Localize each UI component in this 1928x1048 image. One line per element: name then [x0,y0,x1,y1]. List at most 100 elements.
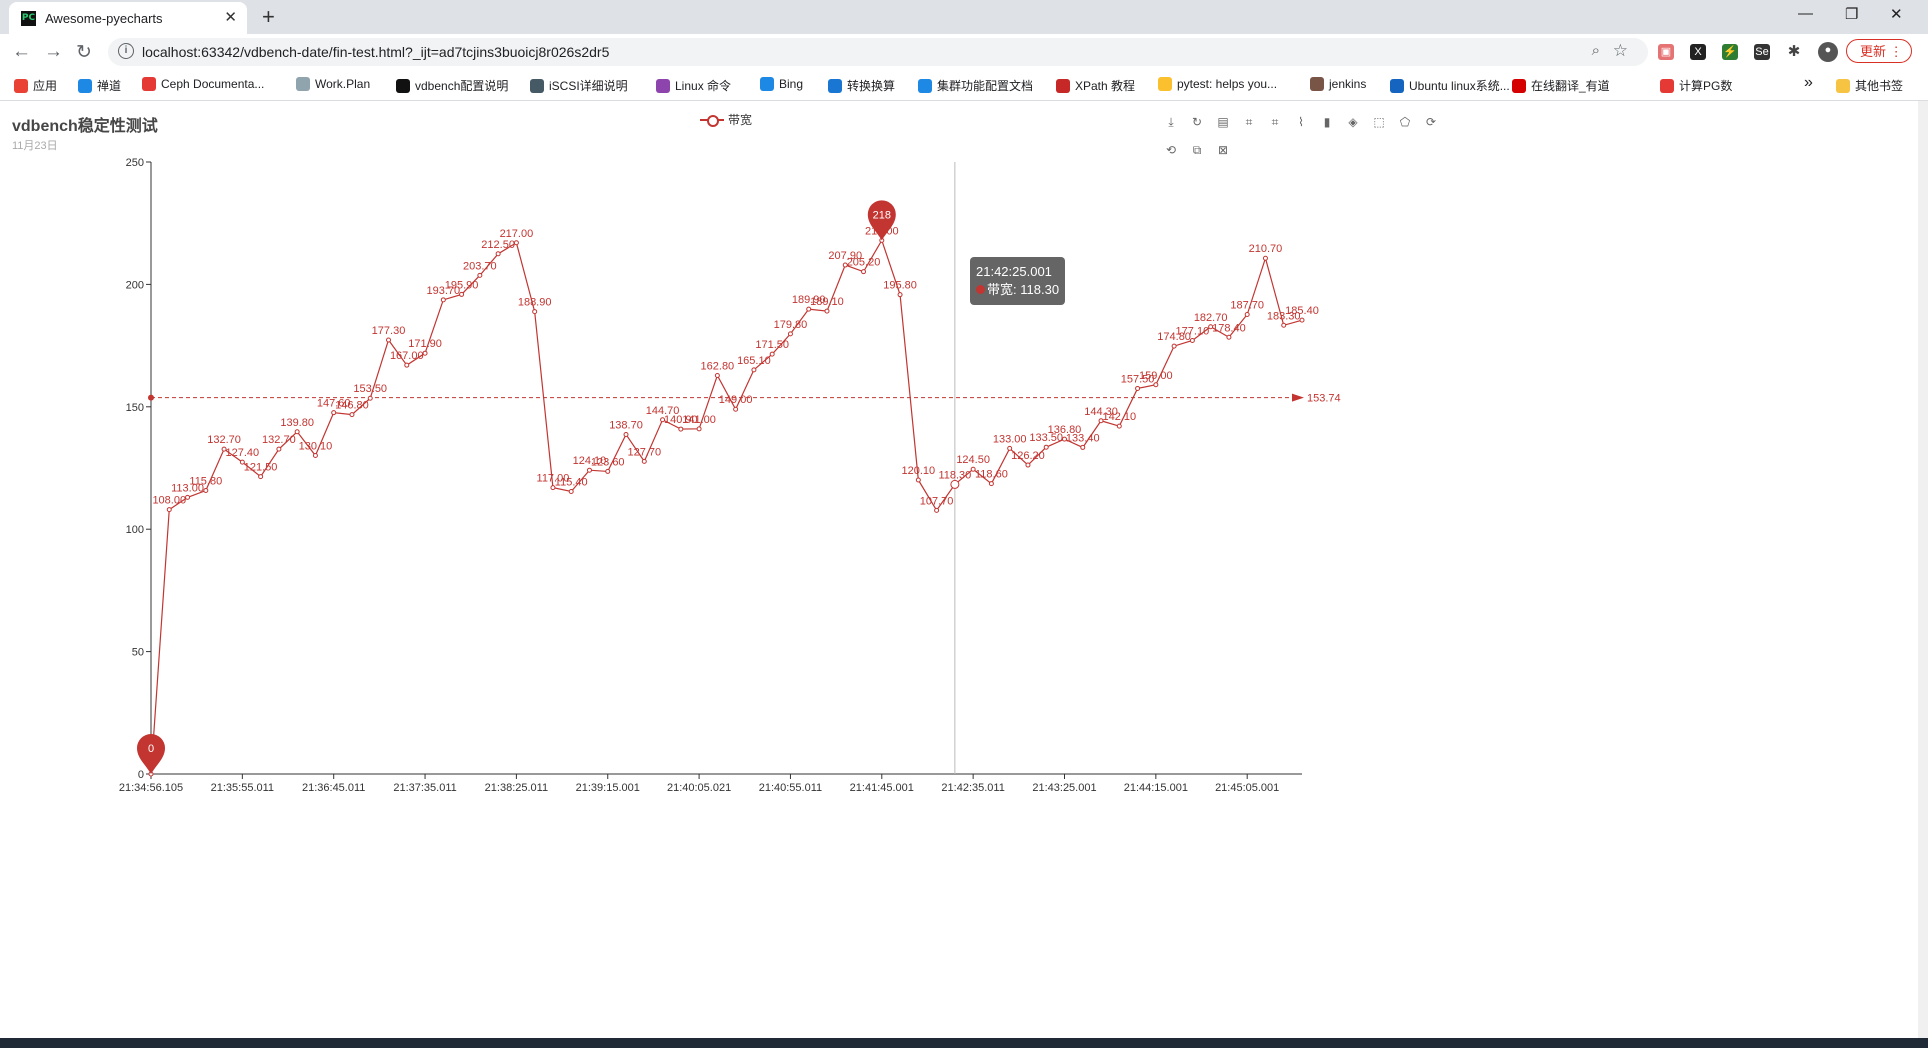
bookmark-1[interactable]: 禅道 [78,77,121,94]
other-bookmarks[interactable]: 其他书签 [1836,77,1903,94]
reload-icon[interactable]: ↻ [76,41,92,64]
bookmark-9[interactable]: 集群功能配置文档 [918,77,1033,94]
tooltip-time: 21:42:25.001 [976,264,1052,279]
xpath-icon [1056,79,1070,93]
back-icon[interactable]: ← [12,41,31,63]
doc-icon [296,77,310,91]
bookmark-label: pytest: helps you... [1177,77,1278,91]
minimize-icon[interactable]: — [1798,5,1813,22]
data-label: 146.80 [335,400,369,412]
tooltip-row: 带宽: 118.30 [976,281,1059,299]
data-label: 217.00 [500,228,534,240]
bookmark-5[interactable]: iSCSI详细说明 [530,77,628,94]
bookmark-8[interactable]: 转换换算 [828,77,895,94]
bookmarks-overflow-button[interactable]: » [1804,74,1813,92]
data-point [1135,385,1141,391]
bookmark-star-icon[interactable]: ☆ [1613,41,1628,61]
bookmark-2[interactable]: Ceph Documenta... [142,77,264,91]
data-label: 118.60 [975,469,1008,481]
bookmark-3[interactable]: Work.Plan [296,77,370,91]
restore-icon[interactable]: ❐ [1845,5,1858,23]
info-icon[interactable]: i [118,43,134,59]
data-label: 130.10 [299,441,333,453]
forward-icon[interactable]: → [44,41,63,63]
tooltip-series-dot [976,285,985,294]
data-label: 115.80 [189,476,222,488]
close-tab-icon[interactable]: ✕ [224,8,237,26]
data-point [203,488,209,494]
bookmark-4[interactable]: vdbench配置说明 [396,77,508,94]
browser-tab-bar: PC Awesome-pyecharts ✕ + — ❐ ✕ [0,0,1928,34]
data-point [751,367,757,373]
data-point [258,474,264,480]
data-label: 179.80 [774,319,808,331]
data-label: 195.80 [883,280,917,292]
data-label: 120.10 [902,465,936,477]
data-point [459,291,465,297]
data-label: 133.40 [1066,432,1100,444]
line-chart[interactable]: 0 50 100 150 200 250 21:34:56.105 21:35:55.011 2… [0,101,1918,1038]
url-text[interactable]: localhost:63342/vdbench-date/fin-test.ht… [142,44,609,60]
data-label: 123.60 [591,456,625,468]
address-bar[interactable]: i localhost:63342/vdbench-date/fin-test.… [108,38,1648,66]
tooltip-series-name: 带宽 [987,282,1014,297]
bookmark-13[interactable]: Ubuntu linux系统... [1390,77,1510,94]
bookmark-15[interactable]: 计算PG数 [1660,77,1732,94]
bookmark-0[interactable]: 应用 [14,77,57,94]
bookmark-label: Work.Plan [315,77,371,91]
bookmark-label: XPath 教程 [1075,79,1136,93]
bookmark-6[interactable]: Linux 命令 [656,77,731,94]
extension-icon-2[interactable]: X [1690,44,1706,60]
browser-tab[interactable]: PC Awesome-pyecharts ✕ [9,2,247,34]
bookmark-10[interactable]: XPath 教程 [1056,77,1135,94]
bookmark-label: Ceph Documenta... [161,77,265,91]
new-tab-icon[interactable]: + [262,4,275,30]
data-point [769,351,775,357]
selenium-icon[interactable]: Se [1754,44,1770,60]
window-close-icon[interactable]: ✕ [1890,5,1903,23]
data-point [1116,423,1122,429]
x-tick-label: 21:41:45.001 [850,782,914,794]
extension-icon-3[interactable]: ⚡ [1722,44,1738,60]
data-label: 178.40 [1212,322,1246,334]
bookmark-label: 在线翻译_有道 [1531,79,1610,93]
data-label: 141.00 [682,414,716,426]
bookmark-12[interactable]: jenkins [1310,77,1366,91]
data-point [861,269,867,275]
data-label: 162.80 [701,360,735,372]
data-point [605,468,611,474]
bookmark-14[interactable]: 在线翻译_有道 [1512,77,1610,94]
update-button[interactable]: 更新 ⋮ [1846,39,1912,63]
data-label: 126.20 [1011,450,1045,462]
data-point [477,272,483,278]
data-point [988,481,994,487]
bookmark-label: 转换换算 [847,79,896,93]
data-label: 188.90 [518,297,552,309]
extensions-puzzle-icon[interactable]: ✱ [1786,44,1802,60]
pycharm-icon: PC [21,11,36,26]
bookmark-11[interactable]: pytest: helps you... [1158,77,1277,91]
data-point [714,372,720,378]
data-point [404,362,410,368]
x-tick-label: 21:35:55.011 [211,782,274,794]
data-label: 127.70 [627,446,661,458]
data-point [1080,444,1086,450]
zoom-icon[interactable]: ⌕ [1592,42,1600,59]
x-tick-label: 21:38:25.011 [485,782,548,794]
data-label: 171.90 [408,338,442,350]
data-point [276,446,282,452]
data-point [1189,337,1195,343]
chart-tooltip: 21:42:25.001 带宽: 118.30 [970,257,1066,305]
bookmark-7[interactable]: Bing [760,77,803,91]
data-point [1171,343,1177,349]
data-label: 132.70 [262,434,296,446]
doc-blue-icon [918,79,932,93]
extension-icon-1[interactable]: ▣ [1658,44,1674,60]
data-label: 138.70 [609,419,643,431]
profile-avatar-icon[interactable]: ● [1818,42,1838,62]
taskbar [0,1038,1928,1048]
x-tick-label: 21:36:45.011 [302,782,365,794]
update-label: 更新 [1860,44,1887,59]
bookmark-label: iSCSI详细说明 [549,79,628,93]
data-label: 127.40 [226,447,260,459]
